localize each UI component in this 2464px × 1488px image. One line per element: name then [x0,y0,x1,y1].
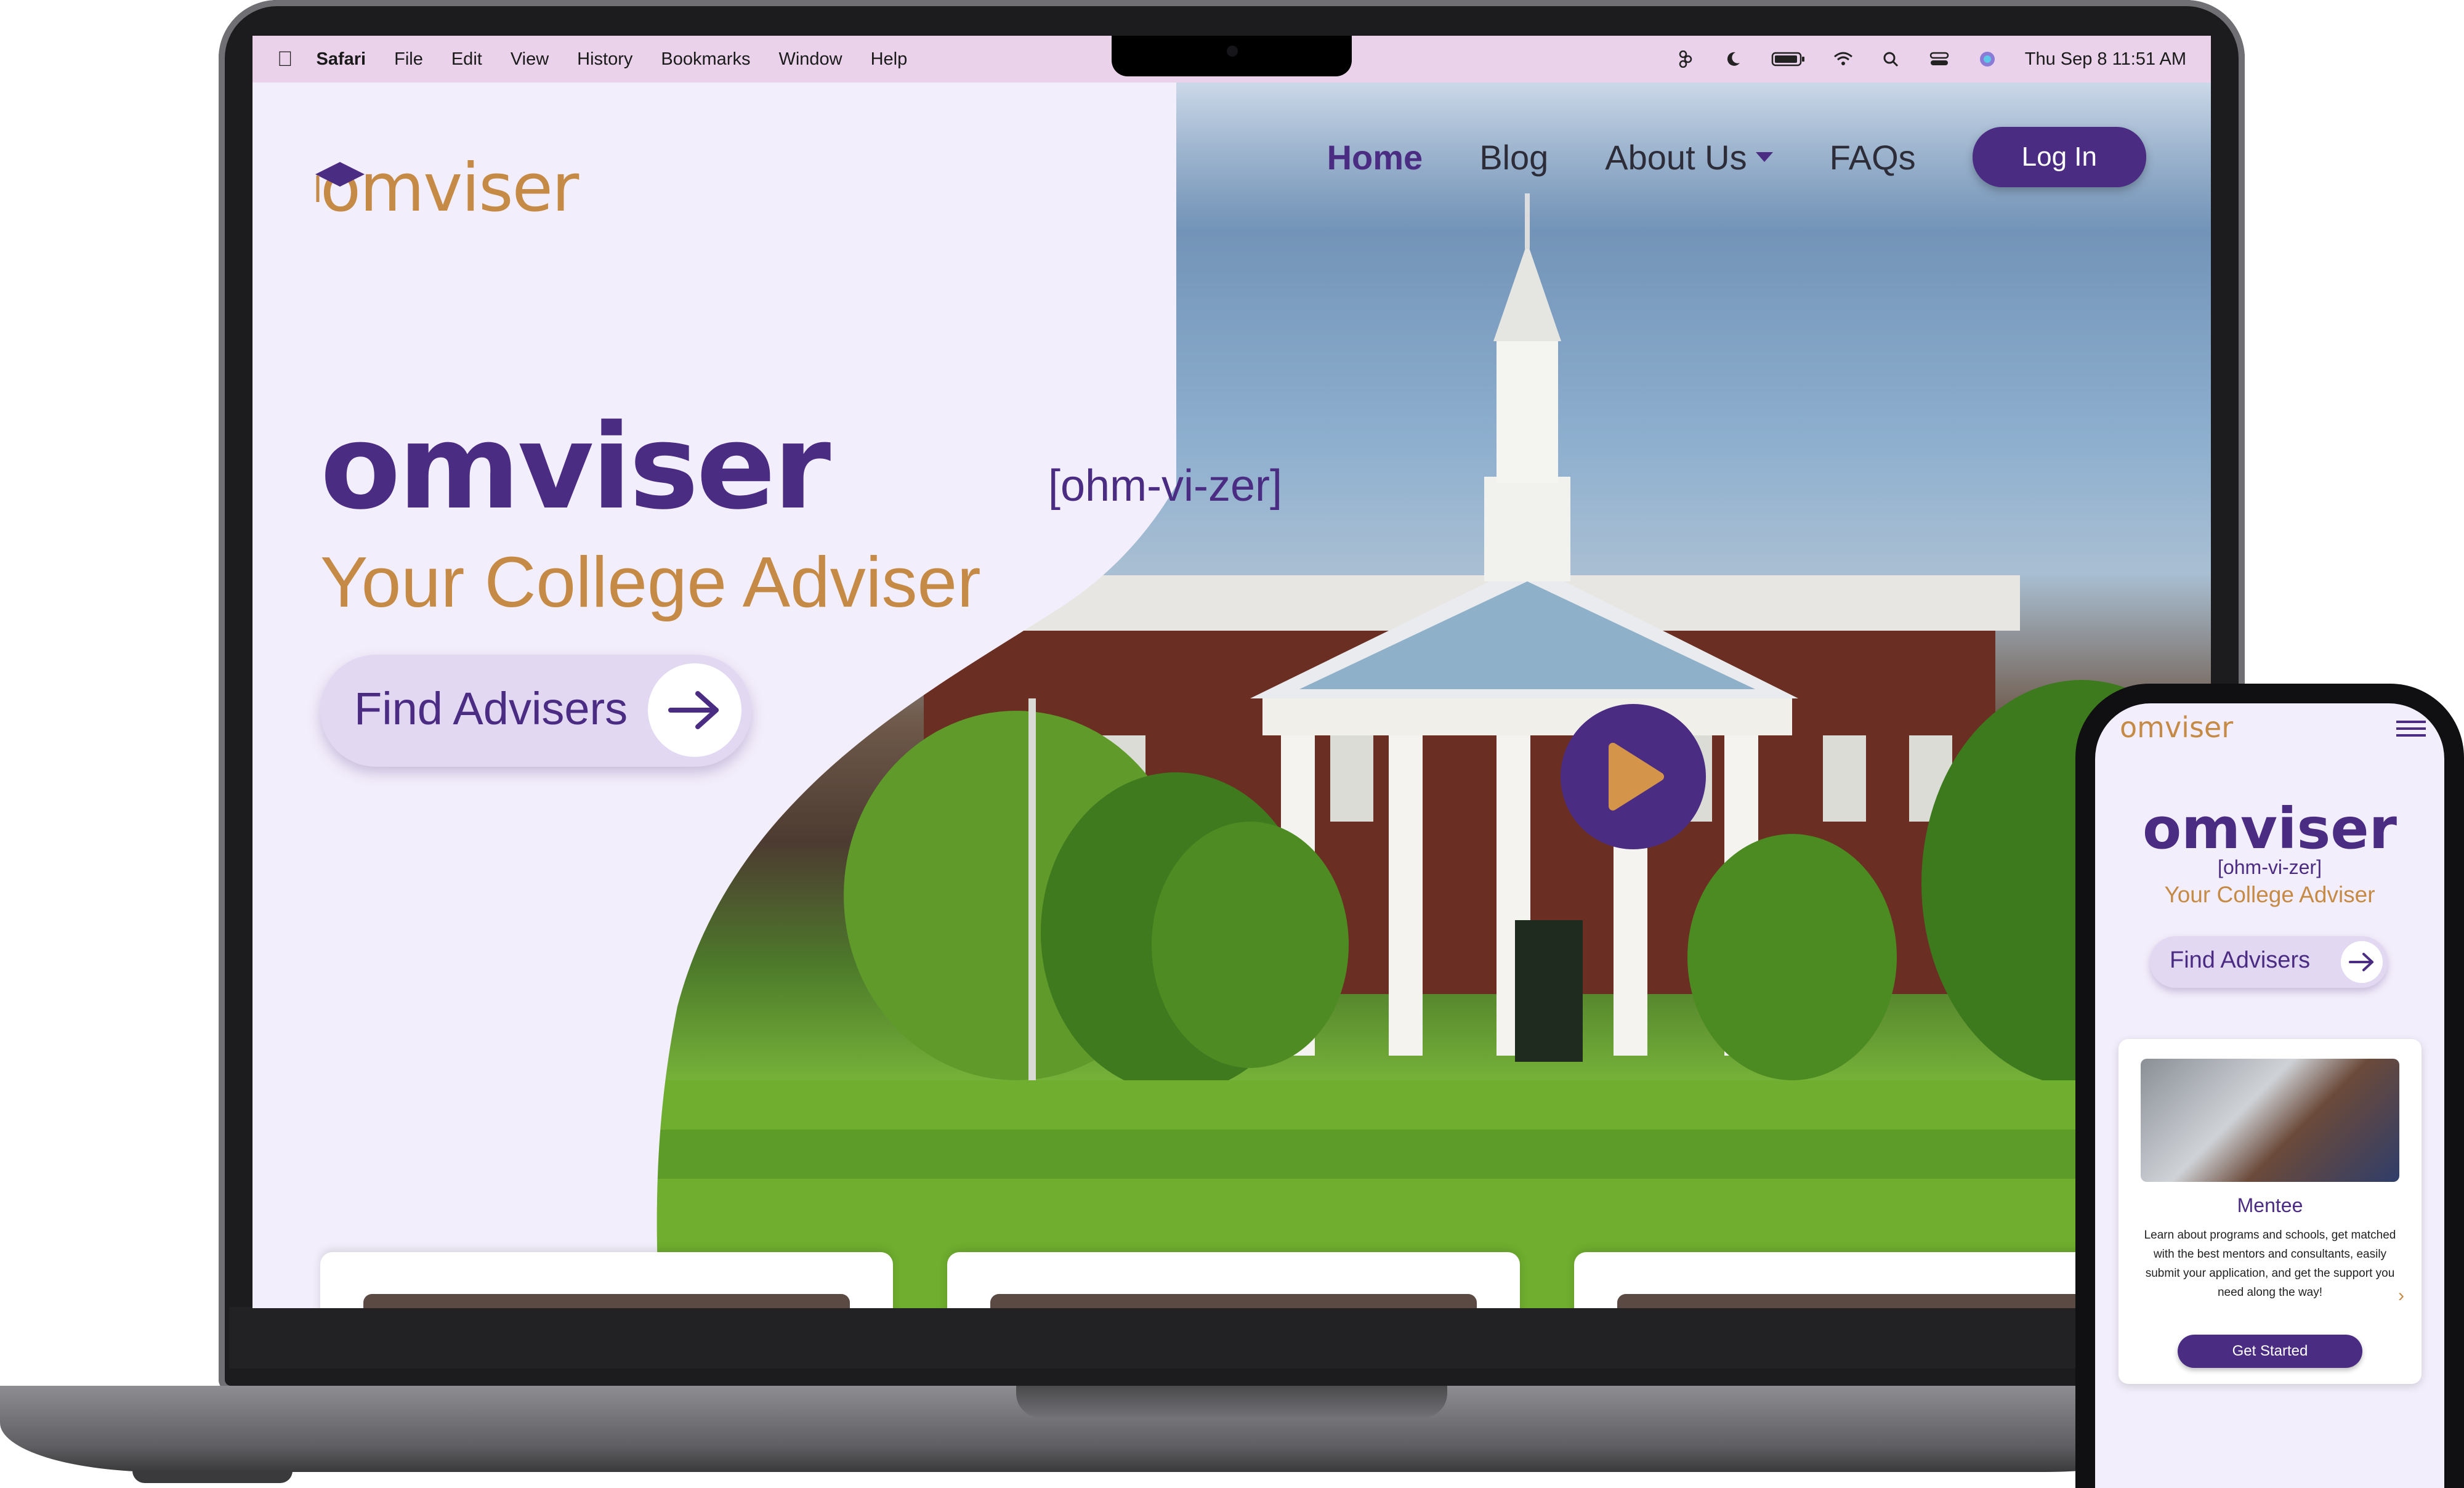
phone-screen: omviser omviser [ohm-vi-zer] Your Colleg… [2095,703,2444,1488]
mentee-card: Mentee Learn about programs and schools,… [2119,1039,2422,1384]
feature-card[interactable] [320,1252,893,1308]
mobile-find-advisers-label: Find Advisers [2170,947,2311,973]
main-nav: Home Blog About Us FAQs Log In [1327,127,2146,187]
siri-icon[interactable] [1977,51,1998,68]
menubar-datetime[interactable]: Thu Sep 8 11:51 AM [2025,49,2186,70]
arrow-right-icon [2341,941,2383,983]
nav-faqs[interactable]: FAQs [1830,137,1916,177]
hero-title: omviser [320,399,831,535]
wifi-icon[interactable] [1833,51,1854,68]
card-image [1617,1294,2104,1308]
camera-icon [1227,46,1238,57]
mobile-hero-title: omviser [2142,796,2397,862]
login-button[interactable]: Log In [1972,127,2146,187]
mobile-pronunciation: [ohm-vi-zer] [2218,856,2322,878]
search-icon[interactable] [1881,51,1902,68]
laptop-foot [132,1471,293,1483]
menu-help[interactable]: Help [871,49,908,70]
moon-icon[interactable] [1723,51,1744,68]
site-logo[interactable]: omviser [315,150,579,227]
nav-about-us[interactable]: About Us [1605,137,1773,177]
chevron-right-icon[interactable]: › [2398,1285,2404,1306]
menu-file[interactable]: File [394,49,423,70]
mobile-tagline: Your College Adviser [2164,882,2375,907]
play-video-button[interactable] [1561,704,1706,849]
menu-edit[interactable]: Edit [451,49,482,70]
laptop-screen:  Safari File Edit View History Bookmark… [252,36,2211,1308]
hero-tagline: Your College Adviser [320,542,981,622]
feature-card[interactable] [947,1252,1520,1308]
battery-icon[interactable] [1771,51,1806,68]
laptop-opening-notch [1016,1386,1447,1418]
control-center-icon[interactable] [1929,51,1950,68]
chevron-down-icon [1755,152,1773,162]
menu-safari[interactable]: Safari [317,49,366,70]
nav-home[interactable]: Home [1327,137,1423,177]
mentee-card-description: Learn about programs and schools, get ma… [2144,1229,2396,1299]
menu-bookmarks[interactable]: Bookmarks [661,49,750,70]
nav-about-label: About Us [1605,137,1747,177]
mentee-photo [2141,1059,2399,1182]
menu-history[interactable]: History [577,49,632,70]
play-icon [1609,743,1664,811]
hero-pronunciation: [ohm-vi-zer] [1048,461,1283,511]
find-advisers-button[interactable]: Find Advisers [320,655,751,767]
hamburger-menu-icon[interactable] [2396,719,2426,738]
find-advisers-label: Find Advisers [354,683,628,734]
get-started-button[interactable]: Get Started [2178,1335,2362,1368]
menu-view[interactable]: View [511,49,549,70]
card-image [363,1294,850,1308]
card-image [990,1294,1477,1308]
nav-blog[interactable]: Blog [1479,137,1548,177]
arrow-right-icon [648,663,741,757]
mentee-card-title: Mentee [2237,1194,2303,1216]
laptop-bezel-bottom [229,1307,2077,1369]
mobile-logo[interactable]: omviser [2120,711,2233,744]
menu-window[interactable]: Window [778,49,842,70]
graduation-cap-icon [315,162,365,202]
feature-card[interactable] [1574,1252,2147,1308]
mobile-logo-text: omviser [2120,711,2234,744]
apple-icon[interactable]:  [277,47,293,71]
camera-notch [1112,36,1352,76]
figma-icon[interactable] [1675,51,1696,68]
mobile-find-advisers-button[interactable]: Find Advisers [2150,936,2388,988]
